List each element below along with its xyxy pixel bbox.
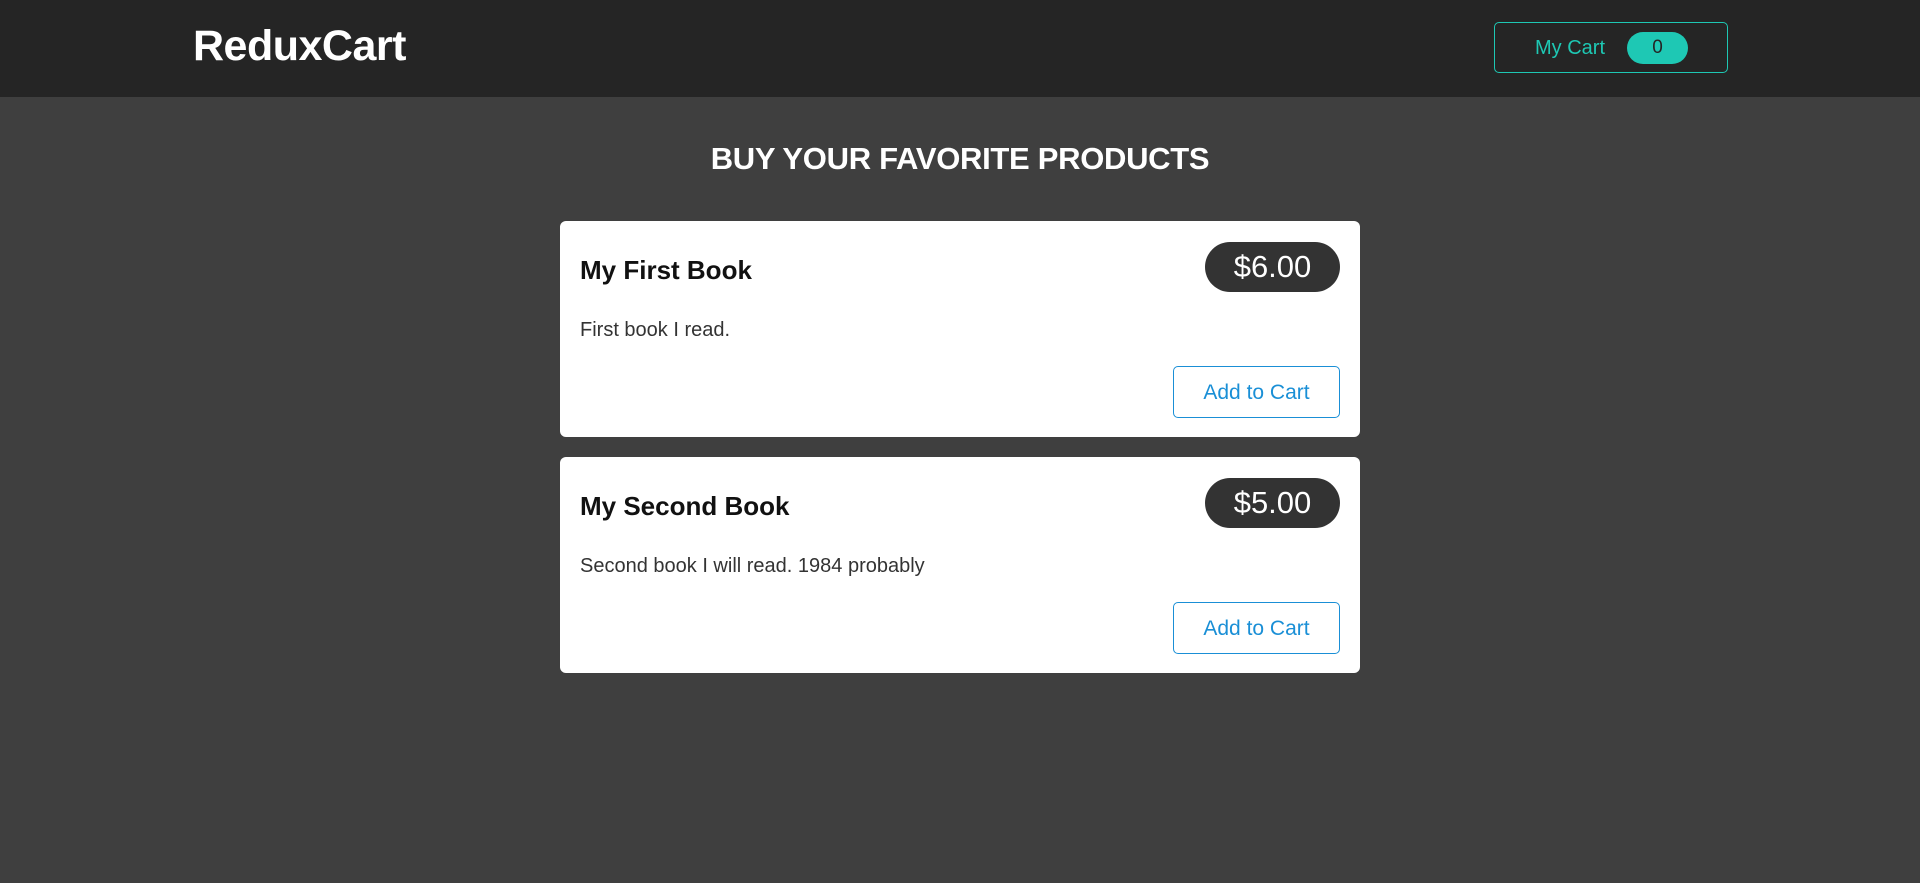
page-title: BUY YOUR FAVORITE PRODUCTS [710, 141, 1210, 176]
product-card: My Second Book $5.00 Second book I will … [560, 457, 1360, 673]
product-card: My First Book $6.00 First book I read. A… [560, 221, 1360, 437]
product-title: My First Book [580, 255, 752, 285]
product-description: Second book I will read. 1984 probably [580, 555, 925, 577]
app-logo: ReduxCart [193, 22, 406, 70]
add-to-cart-button[interactable]: Add to Cart [1173, 602, 1340, 654]
my-cart-button[interactable]: My Cart 0 [1494, 22, 1728, 73]
cart-label: My Cart [1535, 37, 1605, 59]
add-to-cart-button[interactable]: Add to Cart [1173, 366, 1340, 418]
cart-count-badge: 0 [1627, 32, 1688, 64]
price-badge: $5.00 [1205, 478, 1340, 528]
product-title: My Second Book [580, 491, 790, 521]
price-badge: $6.00 [1205, 242, 1340, 292]
app-header: ReduxCart My Cart 0 [0, 0, 1920, 97]
product-description: First book I read. [580, 319, 731, 341]
